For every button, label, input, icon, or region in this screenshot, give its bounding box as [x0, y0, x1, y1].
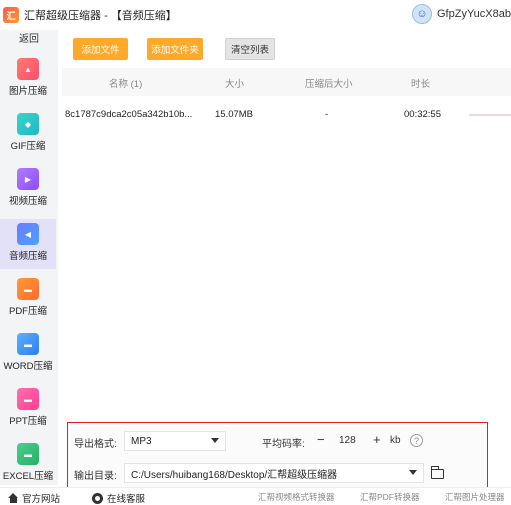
sidebar-item-word[interactable]: ▬ WORD压缩: [0, 329, 56, 379]
sidebar-item-label: GIF压缩: [10, 141, 46, 152]
user-area[interactable]: ☺ GfpZyYucX8ab: [412, 4, 511, 24]
audio-icon: ◀: [17, 223, 39, 245]
sidebar-item-image[interactable]: ▲ 图片压缩: [0, 54, 56, 104]
format-value: MP3: [131, 435, 152, 447]
official-site-link[interactable]: 官方网站: [8, 491, 60, 505]
gif-icon: ◆: [17, 113, 39, 135]
column-header-duration[interactable]: 时长: [411, 76, 430, 90]
bitrate-unit: kb: [390, 435, 401, 446]
module-title: - 【音频压缩】: [104, 10, 177, 22]
file-name: 8c1787c9dca2c05a342b10b...: [65, 109, 193, 120]
footer-link-pdf-converter[interactable]: 汇帮PDF转换器: [360, 491, 420, 503]
bitrate-increase-button[interactable]: +: [373, 432, 381, 447]
column-header-name[interactable]: 名称 (1): [109, 76, 142, 90]
add-file-button[interactable]: 添加文件: [73, 38, 128, 60]
sidebar-item-label: PPT压缩: [9, 416, 47, 427]
output-dir-label: 输出目录:: [74, 471, 117, 482]
sidebar-item-ppt[interactable]: ▬ PPT压缩: [0, 384, 56, 434]
image-icon: ▲: [17, 58, 39, 80]
word-icon: ▬: [17, 333, 39, 355]
table-header: 名称 (1) 大小 压缩后大小 时长: [62, 68, 511, 96]
online-support-link[interactable]: 在线客服: [92, 491, 145, 505]
sidebar-item-label: 视频压缩: [8, 196, 47, 207]
add-folder-button[interactable]: 添加文件夹: [147, 38, 203, 60]
compressed-size: -: [325, 109, 329, 120]
back-button[interactable]: 返回: [0, 30, 58, 50]
pdf-icon: ▬: [17, 278, 39, 300]
online-support-label: 在线客服: [107, 494, 146, 505]
folder-open-icon[interactable]: [431, 466, 444, 479]
official-site-label: 官方网站: [22, 494, 61, 505]
username[interactable]: GfpZyYucX8ab: [437, 8, 511, 20]
settings-panel: 导出格式: MP3 平均码率: − 128 + kb ? 输出目录: C:/Us…: [67, 422, 488, 488]
duration: 00:32:55: [404, 109, 441, 120]
app-title: 汇帮超级压缩器 - 【音频压缩】: [24, 7, 177, 23]
file-size: 15.07MB: [215, 109, 254, 120]
help-icon[interactable]: ?: [410, 434, 423, 447]
sidebar-item-label: 图片压缩: [8, 86, 47, 97]
avatar-icon[interactable]: ☺: [412, 4, 432, 24]
clear-list-button[interactable]: 清空列表: [225, 38, 275, 60]
format-select[interactable]: MP3: [124, 431, 226, 451]
ppt-icon: ▬: [17, 388, 39, 410]
chevron-down-icon: [211, 438, 219, 443]
home-icon: [8, 493, 19, 503]
app-name: 汇帮超级压缩器: [24, 10, 101, 22]
sidebar-item-gif[interactable]: ◆ GIF压缩: [0, 109, 56, 159]
support-icon: [92, 492, 103, 504]
sidebar-item-audio[interactable]: ◀ 音频压缩: [0, 219, 56, 269]
bitrate-decrease-button[interactable]: −: [317, 432, 325, 447]
sidebar: 返回 ▲ 图片压缩 ◆ GIF压缩 ▶ 视频压缩 ◀ 音频压缩 ▬ PDF压缩 …: [0, 30, 58, 485]
output-dir-select[interactable]: C:/Users/huibang168/Desktop/汇帮超级压缩器: [124, 463, 424, 483]
video-icon: ▶: [17, 168, 39, 190]
progress-bar: [469, 114, 511, 116]
sidebar-item-label: WORD压缩: [3, 361, 53, 372]
sidebar-item-label: EXCEL压缩: [2, 471, 54, 482]
app-logo-icon: 汇: [3, 7, 19, 23]
sidebar-item-video[interactable]: ▶ 视频压缩: [0, 164, 56, 214]
chevron-down-icon: [409, 470, 417, 475]
footer: 官方网站 在线客服 汇帮视频格式转换器 汇帮PDF转换器 汇帮图片处理器: [0, 487, 511, 505]
sidebar-item-label: 音频压缩: [8, 251, 47, 262]
sidebar-item-excel[interactable]: ▬ EXCEL压缩: [0, 439, 56, 489]
bitrate-label: 平均码率:: [262, 439, 305, 450]
bitrate-value[interactable]: 128: [339, 435, 356, 446]
format-label: 导出格式:: [74, 439, 117, 450]
column-header-size[interactable]: 大小: [225, 76, 244, 90]
sidebar-item-pdf[interactable]: ▬ PDF压缩: [0, 274, 56, 324]
footer-link-image-processor[interactable]: 汇帮图片处理器: [445, 491, 505, 503]
excel-icon: ▬: [17, 443, 39, 465]
output-dir-path: C:/Users/huibang168/Desktop/汇帮超级压缩器: [131, 469, 338, 481]
column-header-compressed-size[interactable]: 压缩后大小: [305, 76, 353, 90]
title-bar: 汇 汇帮超级压缩器 - 【音频压缩】 ☺ GfpZyYucX8ab: [0, 0, 511, 30]
table-row[interactable]: 8c1787c9dca2c05a342b10b... 15.07MB - 00:…: [62, 104, 511, 126]
footer-link-video-converter[interactable]: 汇帮视频格式转换器: [258, 491, 335, 503]
sidebar-item-label: PDF压缩: [8, 306, 47, 317]
